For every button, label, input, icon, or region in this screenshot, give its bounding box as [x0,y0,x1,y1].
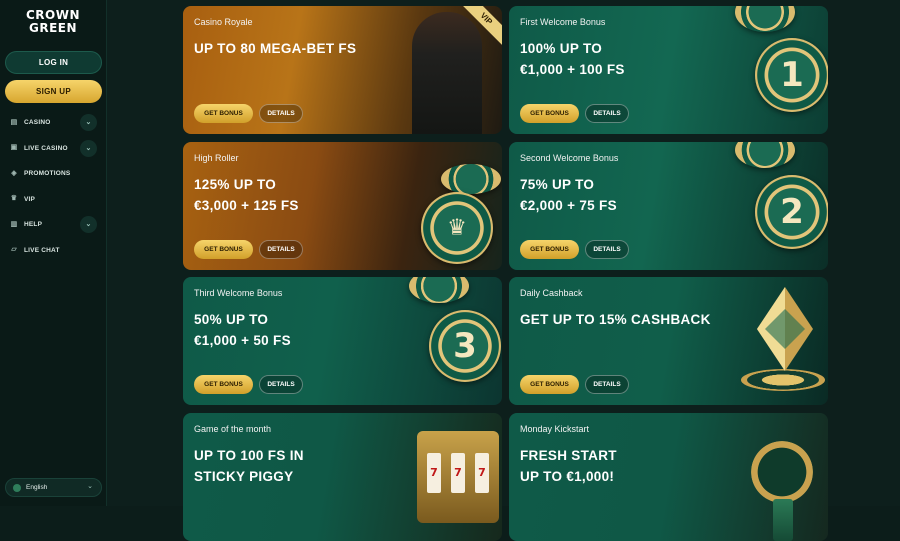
promo-headline: UP TO 100 FS IN STICKY PIGGY [194,448,304,484]
promo-card-second-welcome-bonus[interactable]: 2 Second Welcome Bonus 75% UP TO €2,000 … [509,142,828,270]
promo-card-high-roller[interactable]: ♛ High Roller 125% UP TO €3,000 + 125 FS… [183,142,502,270]
chevron-down-icon[interactable]: ⌄ [80,114,97,131]
crown-green-logo[interactable]: CROWN GREEN [22,9,84,35]
chevron-down-icon[interactable]: ⌄ [80,139,97,157]
chip-number: 1 [780,55,804,95]
chip-icon: 1 [755,38,828,112]
dealer-illustration [412,12,482,134]
promo-headline: 50% UP TO €1,000 + 50 FS [194,312,291,348]
promo-card-first-welcome-bonus[interactable]: 1 First Welcome Bonus 100% UP TO €1,000 … [509,6,828,134]
get-bonus-button[interactable]: GET BONUS [194,240,253,259]
chip-number: 2 [780,192,804,232]
sidebar: CROWN GREEN LOG IN SIGN UP ▤ CASINO ⌄ ▣ … [0,0,107,506]
promo-subtitle: First Welcome Bonus [520,17,606,27]
diamond-icon [757,287,813,371]
sidebar-item-vip[interactable]: ♛ VIP [0,187,107,213]
chip-number: 3 [453,326,477,366]
promo-headline: 75% UP TO €2,000 + 75 FS [520,177,617,213]
login-button[interactable]: LOG IN [5,51,102,74]
slot-reel: 7 [475,453,489,493]
details-button[interactable]: DETAILS [585,104,629,123]
promo-headline: UP TO 80 MEGA-BET FS [194,41,357,56]
details-button[interactable]: DETAILS [585,375,629,394]
sidebar-item-live-chat[interactable]: ▱ LIVE CHAT [0,238,107,264]
promo-subtitle: High Roller [194,153,239,163]
casino-icon: ▤ [10,118,18,126]
promo-card-third-welcome-bonus[interactable]: 3 Third Welcome Bonus 50% UP TO €1,000 +… [183,277,502,405]
promo-subtitle: Game of the month [194,424,272,434]
chevron-down-icon: ⌄ [87,483,93,490]
sidebar-item-promotions[interactable]: ◈ PROMOTIONS [0,161,107,187]
get-bonus-button[interactable]: GET BONUS [194,375,253,394]
details-button[interactable]: DETAILS [585,240,629,259]
globe-icon [13,483,21,492]
slot-machine-illustration: 7 7 7 [417,431,499,523]
logo-line-2: GREEN [28,21,78,35]
promotions-icon: ◈ [11,169,17,177]
details-button[interactable]: DETAILS [259,375,303,394]
crown-chip-icon: ♛ [421,192,493,264]
sidebar-nav: ▤ CASINO ⌄ ▣ LIVE CASINO ⌄ ◈ PROMOTIONS … [0,110,107,263]
promo-headline: 125% UP TO €3,000 + 125 FS [194,177,299,213]
get-bonus-button[interactable]: GET BONUS [194,104,253,123]
help-icon: ▥ [10,220,18,228]
chip-icon: 3 [429,310,501,382]
sidebar-item-help[interactable]: ▥ HELP ⌄ [0,212,107,238]
chevron-down-icon[interactable]: ⌄ [80,216,97,233]
chip-icon [735,142,795,168]
watch-strap [773,499,793,541]
vip-crown-icon: ♛ [10,195,18,203]
sidebar-item-casino[interactable]: ▤ CASINO ⌄ [0,110,107,136]
promo-card-daily-cashback[interactable]: Daily Cashback GET UP TO 15% CASHBACK GE… [509,277,828,405]
watch-illustration [751,441,813,503]
slot-reel: 7 [451,453,465,493]
promo-subtitle: Third Welcome Bonus [194,288,283,298]
language-selector[interactable]: English ⌄ [5,478,102,497]
chip-stack-icon [441,164,501,194]
promo-card-monday-kickstart[interactable]: Monday Kickstart FRESH START UP TO €1,00… [509,413,828,541]
sidebar-item-live-casino[interactable]: ▣ LIVE CASINO ⌄ [0,136,107,162]
slot-reel: 7 [427,453,441,493]
promo-card-casino-royale[interactable]: VIP Casino Royale UP TO 80 MEGA-BET FS G… [183,6,502,134]
promo-headline: GET UP TO 15% CASHBACK [520,312,711,327]
sidebar-item-label: CASINO [24,119,51,127]
signup-button[interactable]: SIGN UP [5,80,102,103]
crown-icon: ♛ [447,215,467,241]
promo-subtitle: Monday Kickstart [520,424,590,434]
promo-subtitle: Daily Cashback [520,288,583,298]
get-bonus-button[interactable]: GET BONUS [520,240,579,259]
promo-card-game-of-the-month[interactable]: 7 7 7 Game of the month UP TO 100 FS IN … [183,413,502,541]
live-casino-icon: ▣ [10,144,18,152]
language-label: English [26,484,48,491]
promo-headline: FRESH START UP TO €1,000! [520,448,617,484]
chip-icon [409,277,469,303]
details-button[interactable]: DETAILS [259,104,303,123]
promo-subtitle: Casino Royale [194,17,253,27]
chip-icon: 2 [755,175,828,249]
sidebar-item-label: HELP [24,221,43,229]
pedestal-illustration [741,369,825,391]
sidebar-item-label: LIVE CASINO [24,144,68,152]
sidebar-item-label: LIVE CHAT [24,246,60,254]
sidebar-item-label: VIP [24,195,36,203]
sidebar-item-label: PROMOTIONS [24,170,71,178]
get-bonus-button[interactable]: GET BONUS [520,104,579,123]
promo-subtitle: Second Welcome Bonus [520,153,619,163]
details-button[interactable]: DETAILS [259,240,303,259]
promotions-grid: VIP Casino Royale UP TO 80 MEGA-BET FS G… [107,0,900,541]
chip-icon [735,6,795,32]
chat-icon: ▱ [11,246,17,254]
get-bonus-button[interactable]: GET BONUS [520,375,579,394]
promo-headline: 100% UP TO €1,000 + 100 FS [520,41,625,77]
